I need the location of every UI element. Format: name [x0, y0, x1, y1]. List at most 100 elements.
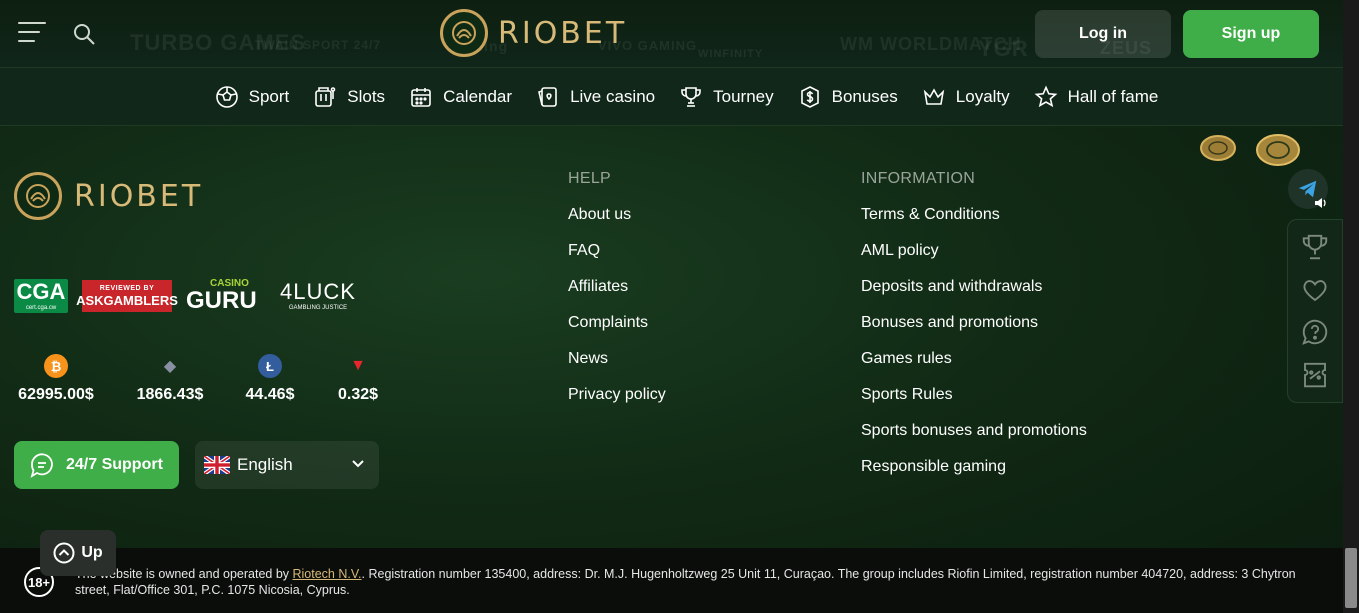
footer-link-complaints[interactable]: Complaints	[568, 314, 666, 350]
nav-item-label: Sport	[248, 86, 290, 106]
language-selector-value: English	[237, 455, 293, 474]
support-button[interactable]: 24/7 Support	[14, 441, 179, 489]
nav-item-label: Hall of fame	[1067, 86, 1159, 106]
speaker-icon	[1315, 198, 1326, 208]
search-icon[interactable]	[72, 22, 96, 46]
4luck-big-text: 4LUCK	[280, 279, 356, 304]
crypto-price-value: 62995.00$	[18, 386, 94, 403]
page-scrollbar[interactable]	[1343, 0, 1359, 613]
hamburger-menu-icon[interactable]	[18, 22, 46, 46]
footer-link-deposits[interactable]: Deposits and withdrawals	[861, 278, 1087, 314]
information-column: INFORMATION Terms & Conditions AML polic…	[861, 170, 1087, 494]
trophy-icon	[681, 86, 701, 107]
footer-brand-logo[interactable]: RIOBET	[14, 172, 203, 220]
help-chat-icon[interactable]	[1300, 317, 1330, 347]
chevron-up-circle-icon	[53, 542, 75, 564]
slot-machine-icon	[315, 86, 336, 107]
askgamblers-badge[interactable]: REVIEWED BY ASKGAMBLERS	[76, 280, 178, 312]
nav-item-sport[interactable]: Sport	[215, 85, 290, 109]
nav-item-tourney[interactable]: Tourney	[679, 85, 774, 109]
soccer-ball-icon	[215, 85, 238, 108]
crypto-price-value: 0.32$	[337, 386, 379, 403]
brand-name: RIOBET	[498, 15, 628, 51]
certification-badges: CGA cert.cga.cw REVIEWED BY ASKGAMBLERS …	[14, 278, 358, 314]
provider-logo: YGR	[978, 36, 1029, 61]
riobet-emblem-icon	[14, 172, 62, 220]
nav-item-live-casino[interactable]: Live casino	[536, 85, 655, 109]
footer-link-games-rules[interactable]: Games rules	[861, 350, 1087, 386]
crypto-price-tron: ▼ 0.32$	[334, 354, 382, 404]
calendar-icon	[411, 87, 431, 107]
heart-icon[interactable]	[1300, 275, 1330, 305]
footer-brand-name: RIOBET	[74, 178, 204, 214]
main-nav: Sport Slots Calendar Live casino Tourney…	[0, 68, 1343, 126]
brand-logo[interactable]: RIOBET	[440, 9, 627, 57]
crypto-price-bitcoin: ₿ 62995.00$	[16, 354, 96, 404]
askgamblers-small-text: REVIEWED BY	[99, 285, 155, 292]
riotech-link[interactable]: Riotech N.V.	[293, 567, 362, 581]
casino-guru-big-text: GURU	[186, 287, 257, 314]
crypto-price-litecoin: Ł 44.46$	[240, 354, 300, 404]
crypto-price-value: 1866.43$	[136, 386, 204, 403]
provider-logo: WINFINITY	[698, 48, 764, 60]
4luck-badge[interactable]: 4LUCK GAMBLING JUSTICE	[278, 279, 358, 313]
provider-logo: TWAIN SPORT 24/7	[255, 38, 382, 52]
chat-bubble-icon	[30, 453, 53, 478]
footer-link-about-us[interactable]: About us	[568, 206, 666, 242]
nav-item-slots[interactable]: Slots	[313, 85, 385, 109]
legal-text: The website is owned and operated by Rio…	[75, 566, 1325, 598]
help-heading: HELP	[568, 170, 611, 187]
nav-item-loyalty[interactable]: Loyalty	[922, 85, 1010, 109]
footer-link-news[interactable]: News	[568, 350, 666, 386]
casino-guru-badge[interactable]: CASINO GURU	[186, 278, 264, 314]
information-heading: INFORMATION	[861, 170, 976, 187]
chevron-down-icon	[352, 460, 364, 468]
nav-item-label: Bonuses	[831, 86, 898, 106]
scroll-up-label: Up	[81, 544, 103, 561]
uk-flag-icon	[204, 456, 230, 474]
litecoin-icon: Ł	[258, 354, 282, 378]
header-bar: TURBO GAMES TWAIN SPORT 24/7 Gaming VIVO…	[0, 0, 1343, 68]
language-selector[interactable]: English	[195, 441, 379, 489]
nav-item-label: Live casino	[570, 86, 656, 106]
footer-link-aml-policy[interactable]: AML policy	[861, 242, 1087, 278]
4luck-small-text: GAMBLING JUSTICE	[288, 305, 348, 311]
support-button-label: 24/7 Support	[66, 456, 163, 473]
footer-link-faq[interactable]: FAQ	[568, 242, 666, 278]
footer-link-affiliates[interactable]: Affiliates	[568, 278, 666, 314]
cga-badge-subtext: cert.cga.cw	[25, 305, 57, 311]
nav-item-label: Tourney	[713, 86, 774, 106]
crown-icon	[923, 87, 944, 105]
gold-coins-decoration-icon	[1200, 134, 1300, 166]
login-button[interactable]: Log in	[1035, 10, 1171, 58]
live-cards-icon	[538, 86, 557, 107]
help-column: HELP About us FAQ Affiliates Complaints …	[568, 170, 666, 422]
nav-item-calendar[interactable]: Calendar	[409, 85, 512, 109]
footer-link-privacy-policy[interactable]: Privacy policy	[568, 386, 666, 422]
footer-link-bonuses-promotions[interactable]: Bonuses and promotions	[861, 314, 1087, 350]
trophy-icon[interactable]	[1300, 232, 1330, 262]
scrollbar-thumb[interactable]	[1345, 548, 1357, 608]
ethereum-icon: ◆	[163, 358, 177, 375]
tron-icon: ▼	[350, 357, 366, 374]
bitcoin-icon: ₿	[44, 354, 68, 378]
star-icon	[1034, 85, 1058, 107]
nav-item-hall-of-fame[interactable]: Hall of fame	[1034, 85, 1159, 109]
side-rail	[1287, 219, 1343, 403]
footer-link-sports-rules[interactable]: Sports Rules	[861, 386, 1087, 422]
cga-badge[interactable]: CGA cert.cga.cw	[14, 279, 68, 313]
signup-button[interactable]: Sign up	[1183, 10, 1319, 58]
crypto-price-value: 44.46$	[245, 386, 295, 403]
footer-link-sports-bonuses[interactable]: Sports bonuses and promotions	[861, 422, 1087, 458]
askgamblers-big-text: ASKGAMBLERS	[76, 293, 178, 308]
footer-link-terms[interactable]: Terms & Conditions	[861, 206, 1087, 242]
riobet-emblem-icon	[440, 9, 488, 57]
footer-link-responsible-gaming[interactable]: Responsible gaming	[861, 458, 1087, 494]
crypto-price-ethereum: ◆ 1866.43$	[134, 354, 206, 404]
nav-item-label: Slots	[347, 86, 386, 106]
promo-ticket-icon[interactable]	[1300, 360, 1330, 390]
scroll-up-button[interactable]: Up	[40, 530, 116, 576]
nav-item-bonuses[interactable]: Bonuses	[798, 85, 898, 109]
legal-bar: 18+ The website is owned and operated by…	[0, 548, 1343, 613]
dollar-coin-icon	[800, 85, 819, 108]
